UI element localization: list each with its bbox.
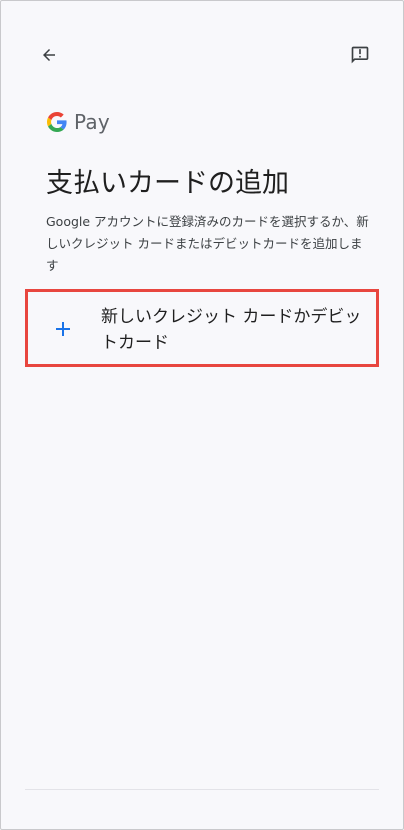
pay-wordmark: Pay bbox=[74, 110, 110, 134]
add-new-card-label: 新しいクレジット カードかデビットカード bbox=[101, 307, 362, 353]
arrow-back-icon bbox=[43, 49, 55, 61]
top-app-bar bbox=[1, 1, 403, 111]
page-title: 支払いカードの追加 bbox=[46, 168, 289, 199]
back-button[interactable] bbox=[33, 39, 65, 71]
page-description: Google アカウントに登録済みのカードを選択するか、新しいクレジット カード… bbox=[46, 214, 369, 273]
google-pay-logo: Pay bbox=[47, 109, 110, 135]
feedback-button[interactable] bbox=[344, 39, 376, 71]
feedback-icon bbox=[351, 46, 369, 64]
plus-icon bbox=[56, 322, 70, 336]
phone-frame: Pay 支払いカードの追加 Google アカウントに登録済みのカードを選択する… bbox=[0, 0, 404, 830]
add-new-card-option[interactable]: 新しいクレジット カードかデビットカード bbox=[25, 289, 379, 367]
google-g-icon bbox=[47, 112, 67, 132]
bottom-divider bbox=[25, 789, 379, 790]
